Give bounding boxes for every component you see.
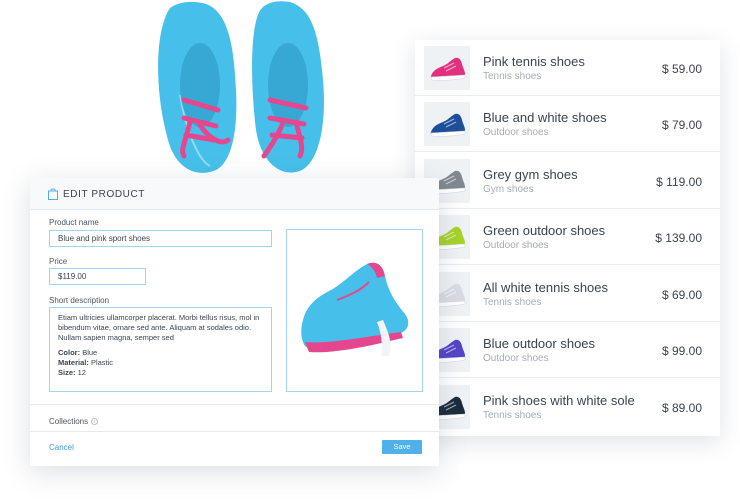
product-name: Blue and white shoes: [483, 110, 607, 125]
short-description-textarea[interactable]: Etiam ultricies ullamcorper placerat. Mo…: [49, 307, 272, 392]
product-thumbnail: [424, 102, 470, 146]
collections-label: Collections: [49, 417, 89, 426]
product-price: $ 69.00: [661, 288, 702, 302]
product-shoe-image: [301, 262, 409, 356]
product-list-item[interactable]: Grey gym shoes Gym shoes $ 119.00: [415, 153, 720, 209]
divider: [30, 404, 439, 405]
info-icon: i: [91, 418, 99, 426]
product-price: $ 79.00: [661, 118, 702, 132]
price-label: Price: [49, 257, 68, 266]
product-price: $ 119.00: [656, 175, 702, 189]
product-image-box[interactable]: [286, 229, 423, 392]
product-name-input[interactable]: Blue and pink sport shoes: [49, 230, 272, 247]
cancel-link[interactable]: Cancel: [49, 443, 74, 452]
product-thumbnail: [424, 46, 470, 90]
card-title: EDIT PRODUCT: [63, 189, 146, 200]
product-category: Outdoor shoes: [483, 127, 549, 138]
product-name: Pink tennis shoes: [483, 54, 585, 69]
product-name: Pink shoes with white sole: [483, 393, 635, 408]
product-name: Grey gym shoes: [483, 167, 578, 182]
product-list-panel: Pink tennis shoes Tennis shoes $ 59.00 Blue…: [415, 40, 720, 436]
description-text: Etiam ultricies ullamcorper placerat. Mo…: [58, 313, 260, 342]
product-category: Tennis shoes: [483, 410, 542, 421]
product-list-item[interactable]: Pink tennis shoes Tennis shoes $ 59.00: [415, 40, 720, 96]
product-name-label: Product name: [49, 218, 99, 227]
divider: [30, 431, 439, 432]
product-list-item[interactable]: Blue and white shoes Outdoor shoes $ 79.00: [415, 96, 720, 152]
product-category: Gym shoes: [483, 184, 534, 195]
price-input[interactable]: $119.00: [49, 268, 146, 285]
product-name: All white tennis shoes: [483, 280, 609, 295]
short-description-label: Short description: [49, 296, 110, 305]
product-name: Blue outdoor shoes: [483, 336, 596, 351]
edit-product-card: EDIT PRODUCT Product name Blue and pink …: [30, 178, 439, 466]
product-category: Outdoor shoes: [483, 240, 549, 251]
product-price: $ 139.00: [655, 231, 702, 245]
card-header: EDIT PRODUCT: [30, 178, 439, 210]
attribute-color: Color: Blue: [58, 348, 98, 357]
product-category: Tennis shoes: [483, 71, 542, 82]
product-price: $ 59.00: [661, 62, 702, 76]
product-list-item[interactable]: All white tennis shoes Tennis shoes $ 69.0…: [415, 266, 720, 322]
save-button[interactable]: Save: [382, 440, 422, 454]
product-price: $ 89.00: [661, 401, 702, 415]
product-list-item[interactable]: Pink shoes with white sole Tennis shoes $ …: [415, 379, 720, 435]
product-category: Tennis shoes: [483, 297, 542, 308]
product-list-item[interactable]: Green outdoor shoes Outdoor shoes $ 139.00: [415, 209, 720, 265]
attribute-material: Material: Plastic: [58, 358, 114, 367]
product-list-item[interactable]: Blue outdoor shoes Outdoor shoes $ 99.00: [415, 322, 720, 378]
product-name: Green outdoor shoes: [483, 223, 606, 238]
attribute-size: Size: 12: [58, 368, 86, 377]
shoe-pair-image: [150, 0, 340, 185]
collections-section[interactable]: Collections i: [49, 417, 99, 426]
product-price: $ 99.00: [661, 344, 702, 358]
shopping-bag-icon: [48, 188, 58, 200]
product-category: Outdoor shoes: [483, 353, 549, 364]
